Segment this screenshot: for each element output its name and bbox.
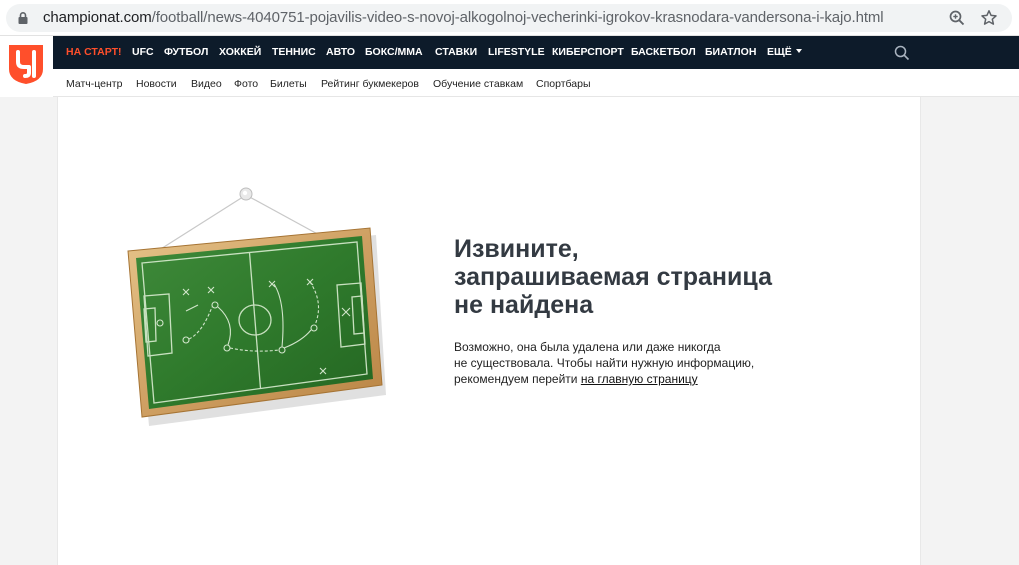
- url-path: /football/news-4040751-pojavilis-video-s…: [151, 9, 884, 26]
- subnav-item-bookmaker-rating[interactable]: Рейтинг букмекеров: [321, 78, 419, 90]
- nav-item-cybersport[interactable]: КИБЕРСПОРТ: [552, 46, 624, 58]
- subnav-item-tickets[interactable]: Билеты: [270, 78, 307, 90]
- subnav-item-photo[interactable]: Фото: [234, 78, 258, 90]
- football-tactics-board-illustration: [127, 187, 386, 426]
- browser-address-bar: championat.com/football/news-4040751-poj…: [0, 0, 1019, 36]
- nav-item-boxing-mma[interactable]: БОКС/ММА: [365, 46, 423, 58]
- error-text-line3-wrap: рекомендуем перейти на главную страницу: [454, 371, 784, 387]
- nav-item-na-start[interactable]: НА СТАРТ!: [66, 46, 122, 58]
- subnav-item-betting-school[interactable]: Обучение ставкам: [433, 78, 523, 90]
- caret-down-icon: [795, 49, 802, 53]
- omnibox[interactable]: championat.com/football/news-4040751-poj…: [6, 4, 1012, 32]
- error-title-line1: Извините,: [454, 235, 579, 263]
- nav-item-football[interactable]: ФУТБОЛ: [164, 46, 208, 58]
- nav-item-basketball[interactable]: БАСКЕТБОЛ: [631, 46, 696, 58]
- error-text-line3: рекомендуем перейти: [454, 372, 578, 386]
- site-header: НА СТАРТ! UFC ФУТБОЛ ХОККЕЙ ТЕННИС АВТО …: [0, 36, 1019, 97]
- nav-item-ufc[interactable]: UFC: [132, 46, 154, 58]
- nav-item-biathlon[interactable]: БИАТЛОН: [705, 46, 756, 58]
- nav-item-tennis[interactable]: ТЕННИС: [272, 46, 316, 58]
- url-host: championat.com: [43, 9, 152, 26]
- error-description: Возможно, она была удалена или даже нико…: [454, 339, 784, 387]
- sub-nav: Матч-центр Новости Видео Фото Билеты Рей…: [53, 69, 1019, 97]
- main-nav: НА СТАРТ! UFC ФУТБОЛ ХОККЕЙ ТЕННИС АВТО …: [53, 36, 1019, 69]
- error-title-line3: не найдена: [454, 291, 594, 319]
- logo-link[interactable]: [0, 36, 53, 97]
- subnav-item-news[interactable]: Новости: [136, 78, 177, 90]
- error-text-line1: Возможно, она была удалена или даже нико…: [454, 340, 721, 354]
- nav-item-lifestyle[interactable]: LIFESTYLE: [488, 46, 545, 58]
- subnav-item-video[interactable]: Видео: [191, 78, 222, 90]
- error-text-line2: не существовала. Чтобы найти нужную инфо…: [454, 356, 755, 370]
- nav-item-auto[interactable]: АВТО: [326, 46, 355, 58]
- championat-logo[interactable]: [7, 43, 45, 85]
- error-title: Извините, запрашиваемая страница не найд…: [454, 235, 814, 319]
- lock-icon[interactable]: [16, 11, 30, 25]
- search-icon[interactable]: [893, 44, 911, 62]
- main-content: Извините, запрашиваемая страница не найд…: [57, 97, 921, 565]
- zoom-icon[interactable]: [947, 8, 967, 28]
- subnav-item-sportbars[interactable]: Спортбары: [536, 78, 591, 90]
- error-title-line2: запрашиваемая страница: [454, 263, 772, 291]
- nav-item-bets[interactable]: СТАВКИ: [435, 46, 477, 58]
- star-icon[interactable]: [979, 8, 999, 28]
- url-text[interactable]: championat.com/football/news-4040751-poj…: [43, 9, 884, 26]
- home-page-link[interactable]: на главную страницу: [581, 372, 698, 386]
- subnav-item-match-center[interactable]: Матч-центр: [66, 78, 122, 90]
- nav-item-more[interactable]: ЕЩЁ: [767, 46, 802, 58]
- nav-item-hockey[interactable]: ХОККЕЙ: [219, 46, 261, 58]
- nav-item-more-label: ЕЩЁ: [767, 46, 792, 58]
